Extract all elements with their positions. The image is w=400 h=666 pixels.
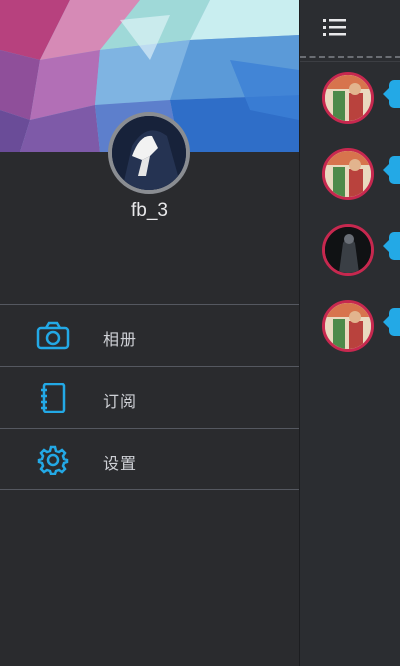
top-bar: [300, 0, 400, 56]
profile-avatar[interactable]: [108, 112, 190, 194]
feed-item[interactable]: [300, 146, 400, 222]
user-avatar[interactable]: [322, 300, 374, 352]
feed-item-tab[interactable]: [383, 232, 400, 260]
menu-item-label: 设置: [103, 454, 138, 473]
gear-icon: [37, 445, 69, 475]
menu-item-settings[interactable]: 设置: [0, 428, 299, 490]
user-avatar[interactable]: [322, 148, 374, 200]
feed-item[interactable]: [300, 70, 400, 146]
menu-item-label: 相册: [103, 330, 138, 349]
feed-item[interactable]: [300, 222, 400, 298]
user-avatar[interactable]: [322, 72, 374, 124]
feed-item-tab[interactable]: [383, 308, 400, 336]
feed-item-tab[interactable]: [383, 156, 400, 184]
menu-item-label: 订阅: [103, 392, 138, 411]
navigation-drawer: fb_3 相册 订阅 设置: [0, 0, 299, 666]
notebook-icon: [41, 383, 66, 413]
feed-list: [300, 70, 400, 374]
menu-item-subscribe[interactable]: 订阅: [0, 366, 299, 428]
list-menu-icon[interactable]: [321, 16, 349, 38]
profile-username: fb_3: [131, 200, 168, 221]
camera-icon: [36, 321, 70, 350]
menu-item-album[interactable]: 相册: [0, 304, 299, 366]
main-content-panel: [299, 0, 400, 666]
dashed-divider: [300, 56, 400, 62]
drawer-menu: 相册 订阅 设置: [0, 304, 299, 490]
user-avatar[interactable]: [322, 224, 374, 276]
feed-item-tab[interactable]: [383, 80, 400, 108]
feed-item[interactable]: [300, 298, 400, 374]
